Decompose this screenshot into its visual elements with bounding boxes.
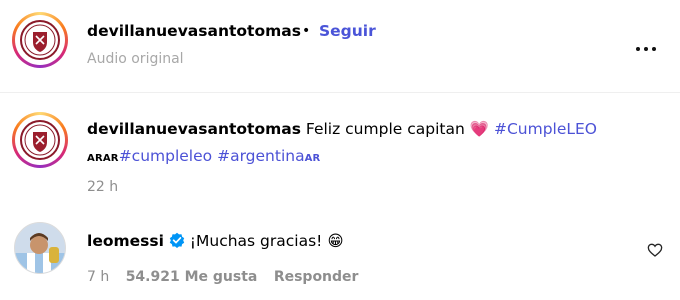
header-username[interactable]: devillanuevasantotomas [87, 22, 301, 40]
caption-text: Feliz cumple capitan [305, 120, 465, 138]
comment-username[interactable]: leomessi [87, 232, 164, 250]
hashtag-cumpleleo-upper[interactable]: #CumpleLEO [494, 120, 597, 138]
verified-badge-icon [169, 232, 185, 248]
caption-username[interactable]: devillanuevasantotomas [87, 120, 301, 138]
club-logo-icon [20, 120, 60, 160]
comment-avatar[interactable] [14, 222, 66, 274]
comment-likes[interactable]: 54.921 Me gusta [126, 269, 258, 285]
caption-suffix-tag: AR [304, 153, 321, 164]
header-divider [0, 92, 680, 93]
comment-meta: 7 h 54.921 Me gusta Responder [87, 269, 358, 285]
caption-line-1: devillanuevasantotomas Feliz cumple capi… [87, 120, 597, 138]
comment-text: ¡Muchas gracias! [189, 232, 323, 250]
audio-link[interactable]: Audio original [87, 51, 184, 67]
hashtag-cumpleleo[interactable]: #cumpleleo [119, 147, 212, 165]
caption-prefix-tag: ARAR [87, 153, 119, 164]
caption-line-2: ARAR#cumpleleo #argentinaAR [87, 147, 320, 165]
follow-button[interactable]: Seguir [319, 22, 376, 40]
comment-time[interactable]: 7 h [87, 269, 109, 285]
hashtag-argentina[interactable]: #argentina [217, 147, 305, 165]
grin-emoji: 😁 [327, 232, 344, 250]
messi-avatar-icon [15, 223, 65, 273]
header-avatar[interactable] [12, 12, 68, 68]
more-options-icon[interactable] [634, 38, 658, 51]
comment-line: leomessi ¡Muchas gracias! 😁 [87, 232, 343, 250]
reply-button[interactable]: Responder [274, 269, 359, 285]
caption-time[interactable]: 22 h [87, 179, 118, 195]
comment-like-icon[interactable] [647, 242, 663, 258]
club-logo-icon [20, 20, 60, 60]
caption-avatar[interactable] [12, 112, 68, 168]
heart-emoji: 💗 [469, 120, 490, 138]
header-separator-dot: • [302, 23, 311, 39]
